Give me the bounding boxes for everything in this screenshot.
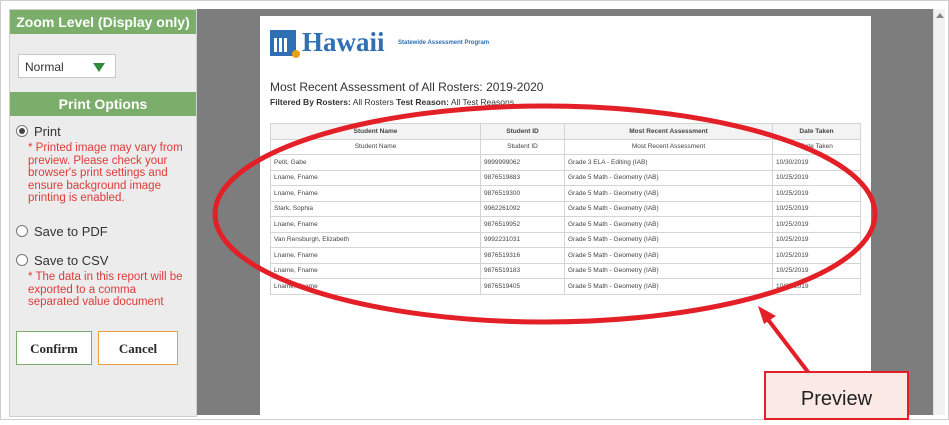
annotation-arrow-line [764, 315, 810, 374]
annotation-overlay [212, 103, 878, 374]
preview-callout: Preview [764, 371, 909, 420]
annotation-arrowhead [758, 306, 776, 324]
highlight-ellipse [212, 103, 878, 325]
